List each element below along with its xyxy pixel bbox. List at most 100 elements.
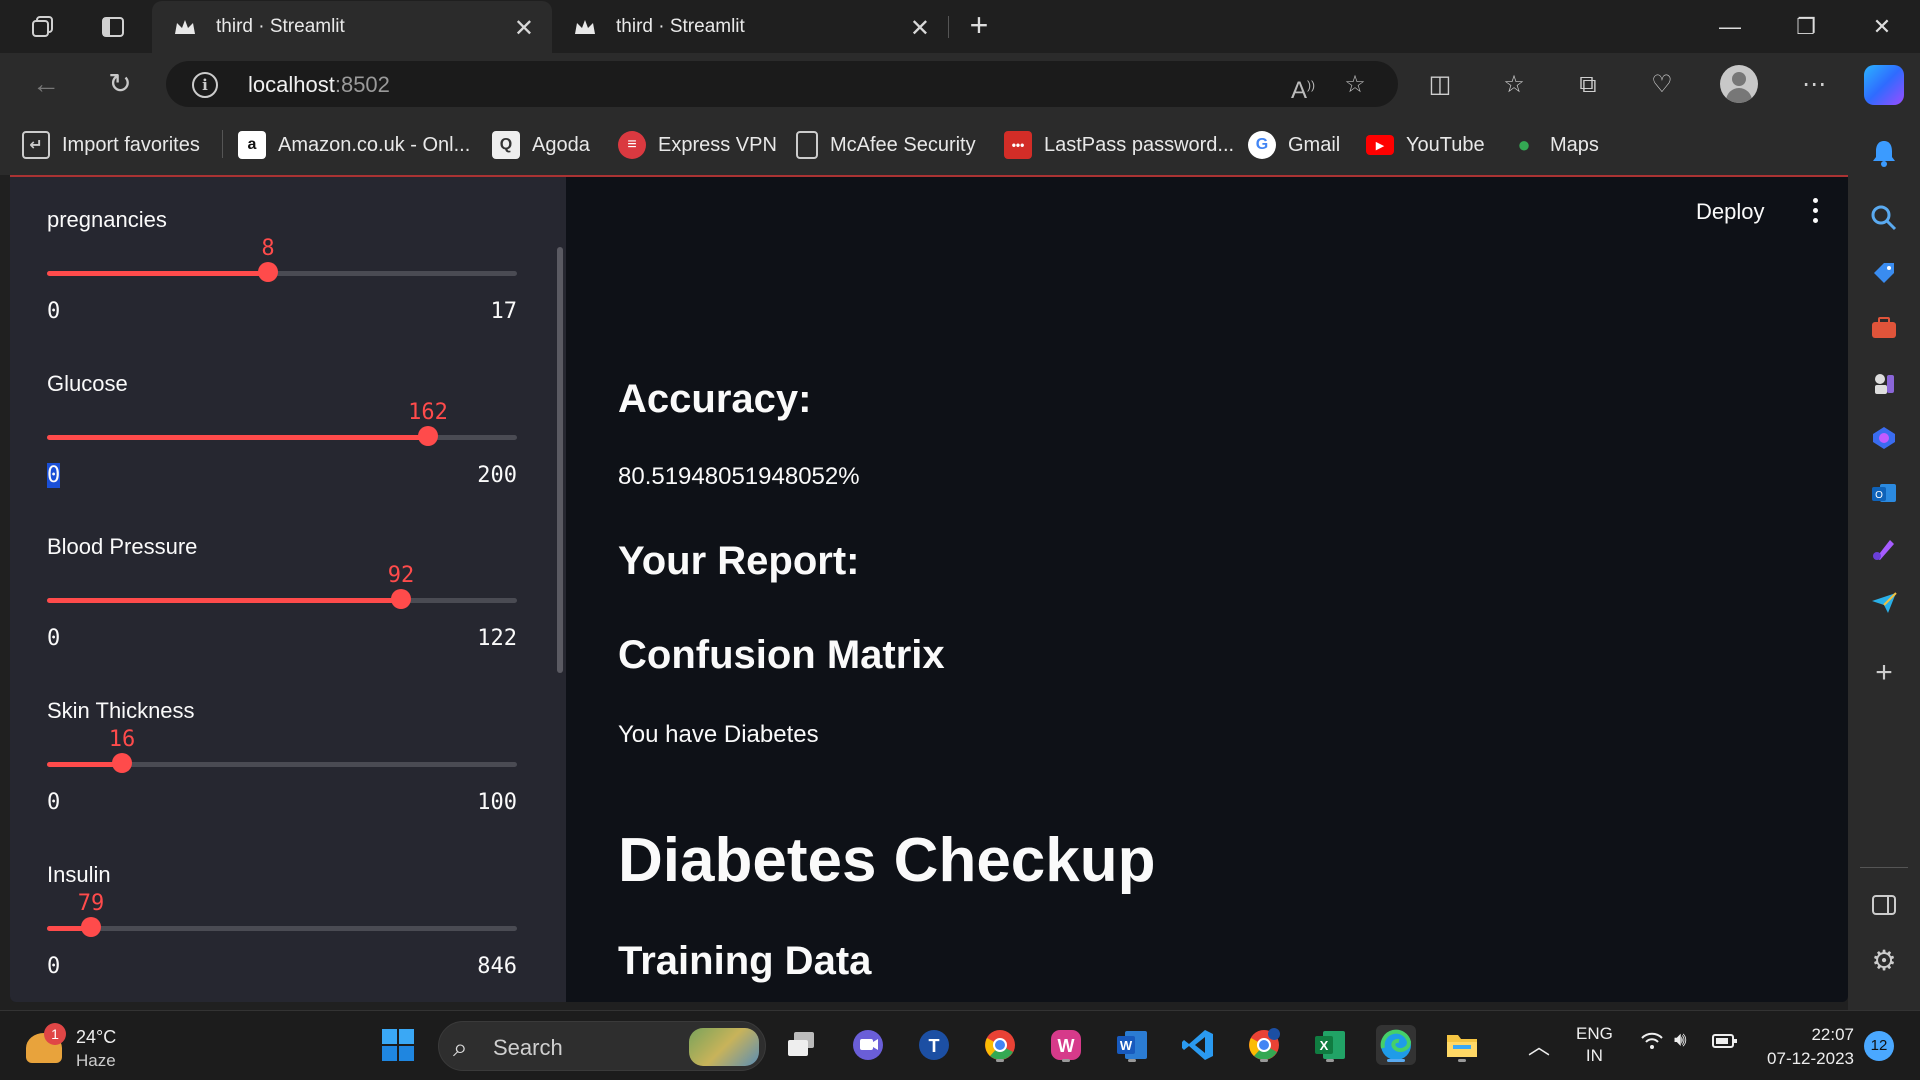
- clock-time: 22:07: [1811, 1025, 1854, 1044]
- chrome-profile-icon[interactable]: [1244, 1025, 1284, 1065]
- shopping-tag-icon[interactable]: [1866, 255, 1902, 291]
- search-icon[interactable]: [1866, 200, 1902, 236]
- favorite-lastpass[interactable]: ••• LastPass password...: [1004, 129, 1234, 161]
- slider-insulin[interactable]: Insulin 79 0 846: [47, 862, 517, 1002]
- slider-label: pregnancies: [47, 207, 167, 232]
- slider-track[interactable]: [47, 598, 517, 603]
- slider-glucose[interactable]: Glucose 162 0 200: [47, 371, 517, 531]
- task-view-icon[interactable]: [782, 1025, 822, 1065]
- svg-text:W: W: [1120, 1038, 1133, 1053]
- main-menu-icon[interactable]: [1805, 195, 1825, 225]
- split-screen-icon[interactable]: ◫: [1422, 67, 1458, 103]
- profile-avatar[interactable]: [1720, 65, 1758, 103]
- favorite-agoda[interactable]: Q Agoda: [492, 129, 590, 161]
- settings-gear-icon[interactable]: ⚙: [1866, 942, 1902, 978]
- volume-icon[interactable]: 🔊︎: [1674, 1029, 1687, 1052]
- favorite-youtube[interactable]: ▶ YouTube: [1366, 129, 1485, 161]
- favorite-mcafee[interactable]: McAfee Security: [796, 129, 976, 161]
- result-text: You have Diabetes: [618, 721, 819, 748]
- edge-icon[interactable]: [1376, 1025, 1416, 1065]
- tab-third-streamlit[interactable]: third · Streamlit ✕: [552, 1, 948, 53]
- deploy-button[interactable]: Deploy: [1696, 199, 1764, 225]
- accuracy-value: 80.51948051948052%: [618, 463, 860, 490]
- slider-thumb[interactable]: [391, 589, 411, 609]
- favorite-amazon[interactable]: a Amazon.co.uk - Onl...: [238, 129, 470, 161]
- url-text[interactable]: localhost:8502: [248, 72, 390, 98]
- taskbar-search[interactable]: ⌕ Search: [438, 1021, 766, 1071]
- close-tab-icon[interactable]: ✕: [514, 14, 534, 43]
- send-icon[interactable]: [1866, 585, 1902, 621]
- browser-essentials-icon[interactable]: ♡: [1644, 67, 1680, 103]
- show-hidden-icons-chevron-icon[interactable]: ︿: [1528, 1029, 1550, 1061]
- back-button[interactable]: ←: [26, 64, 66, 104]
- address-bar[interactable]: i localhost:8502 A)) ☆: [166, 61, 1398, 107]
- edge-sidebar: O + ⚙: [1848, 115, 1920, 1015]
- streamlit-icon: [572, 14, 598, 40]
- read-aloud-icon[interactable]: A)): [1288, 70, 1318, 104]
- slider-track[interactable]: [47, 435, 517, 440]
- amazon-icon: a: [238, 131, 266, 159]
- favorite-import[interactable]: ↵ Import favorites: [22, 129, 200, 161]
- designer-icon[interactable]: [1866, 530, 1902, 566]
- teams-chat-icon[interactable]: [848, 1025, 888, 1065]
- language-indicator[interactable]: ENG IN: [1576, 1023, 1613, 1067]
- report-heading: Your Report:: [618, 539, 860, 583]
- copilot-icon[interactable]: [1864, 65, 1904, 105]
- start-windows-icon[interactable]: [378, 1025, 418, 1065]
- sidebar-scrollbar[interactable]: [557, 247, 563, 673]
- add-sidebar-app-icon[interactable]: +: [1866, 655, 1902, 691]
- slider-thumb[interactable]: [81, 917, 101, 937]
- tools-icon[interactable]: [1866, 310, 1902, 346]
- tab-actions-icon[interactable]: [96, 10, 130, 44]
- favorite-express-vpn[interactable]: ≡ Express VPN: [618, 129, 777, 161]
- slider-min: 0: [47, 299, 61, 324]
- notification-center-badge[interactable]: 12: [1864, 1031, 1894, 1061]
- games-icon[interactable]: [1866, 365, 1902, 401]
- copilot-sidebar-icon[interactable]: [1866, 420, 1902, 456]
- favorites-bar: ↵ Import favorites a Amazon.co.uk - Onl.…: [0, 115, 1920, 175]
- slider-thumb[interactable]: [112, 753, 132, 773]
- outlook-icon[interactable]: O: [1866, 475, 1902, 511]
- word-icon[interactable]: W: [1112, 1025, 1152, 1065]
- weather-widget[interactable]: 1 24°C Haze: [26, 1023, 146, 1071]
- favorites-icon[interactable]: ☆: [1496, 67, 1532, 103]
- slider-track[interactable]: [47, 926, 517, 931]
- chrome-icon[interactable]: [980, 1025, 1020, 1065]
- favorite-gmail[interactable]: G Gmail: [1248, 129, 1340, 161]
- wifi-icon[interactable]: [1640, 1031, 1664, 1057]
- slider-track[interactable]: [47, 271, 517, 276]
- slider-blood-pressure[interactable]: Blood Pressure 92 0 122: [47, 534, 517, 694]
- site-info-icon[interactable]: i: [192, 72, 218, 98]
- close-window-button[interactable]: ✕: [1862, 10, 1902, 44]
- notification-bell-icon[interactable]: [1866, 135, 1902, 171]
- running-indicator: [996, 1059, 1004, 1062]
- workspaces-icon[interactable]: [26, 10, 60, 44]
- slider-skin-thickness[interactable]: Skin Thickness 16 0 100: [47, 698, 517, 858]
- collections-icon[interactable]: ⧉: [1570, 67, 1606, 103]
- sidebar-divider: [1860, 867, 1908, 868]
- restore-button[interactable]: ❐: [1786, 10, 1826, 44]
- clock[interactable]: 22:07 07-12-2023: [1758, 1023, 1854, 1071]
- slider-label: Glucose: [47, 371, 128, 396]
- slider-max: 846: [477, 954, 517, 979]
- more-menu-icon[interactable]: ⋯: [1796, 67, 1832, 103]
- new-tab-button[interactable]: +: [962, 8, 996, 44]
- vscode-icon[interactable]: [1178, 1025, 1218, 1065]
- close-tab-icon[interactable]: ✕: [910, 14, 930, 43]
- favorite-star-icon[interactable]: ☆: [1340, 70, 1370, 100]
- refresh-button[interactable]: ↻: [100, 64, 140, 104]
- slider-thumb[interactable]: [258, 262, 278, 282]
- slider-pregnancies[interactable]: pregnancies 8 0 17: [47, 207, 517, 367]
- excel-icon[interactable]: X: [1310, 1025, 1350, 1065]
- minimize-button[interactable]: —: [1710, 10, 1750, 44]
- wps-office-icon[interactable]: W: [1046, 1025, 1086, 1065]
- training-data-heading: Training Data: [618, 939, 872, 983]
- app-t-icon[interactable]: T: [914, 1025, 954, 1065]
- slider-thumb[interactable]: [418, 426, 438, 446]
- tab-title: third · Streamlit: [216, 16, 345, 37]
- hide-sidebar-icon[interactable]: [1866, 887, 1902, 923]
- battery-icon[interactable]: [1712, 1033, 1738, 1054]
- file-explorer-icon[interactable]: [1442, 1025, 1482, 1065]
- tab-third-streamlit-active[interactable]: third · Streamlit ✕: [152, 1, 552, 53]
- favorite-maps[interactable]: ● Maps: [1510, 129, 1599, 161]
